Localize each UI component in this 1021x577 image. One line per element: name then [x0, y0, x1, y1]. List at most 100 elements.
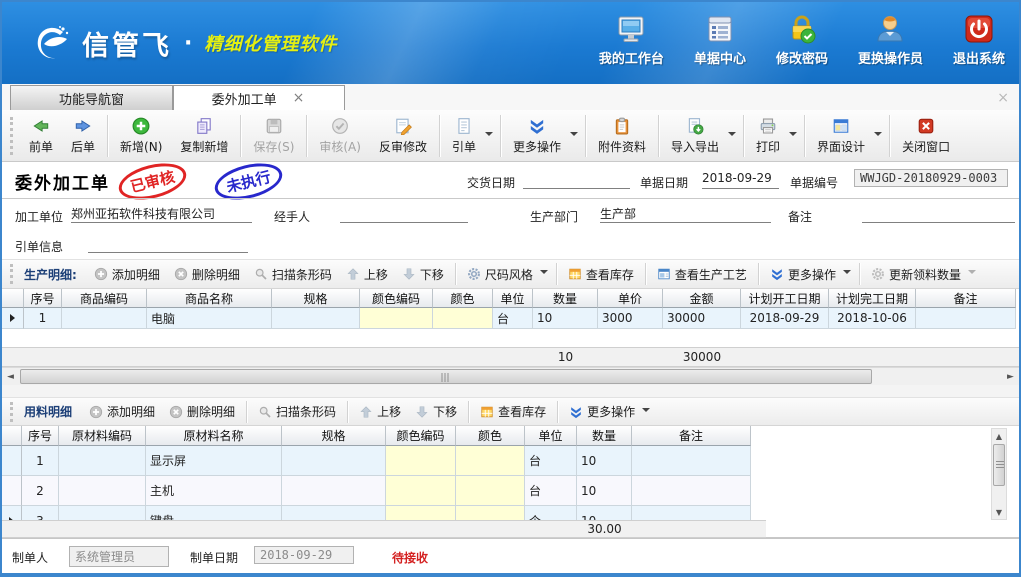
table-cell[interactable]: 3000: [598, 308, 663, 329]
add-row-button[interactable]: 添加明细: [87, 263, 167, 286]
table-cell[interactable]: 10: [577, 446, 632, 476]
update-qty-button[interactable]: 更新领料数量: [864, 263, 968, 286]
handler-field[interactable]: [340, 205, 468, 223]
more-actions-button[interactable]: 更多操作: [504, 114, 570, 158]
tab-function-nav[interactable]: 功能导航窗: [10, 85, 173, 110]
unaudit-edit-button[interactable]: 反审修改: [370, 114, 436, 158]
workbench-button[interactable]: 我的工作台: [599, 13, 664, 67]
table-cell[interactable]: 30000: [663, 308, 741, 329]
table-cell[interactable]: 10: [577, 506, 632, 520]
add-new-button[interactable]: 新增(N): [111, 114, 171, 158]
import-export-button[interactable]: 导入导出: [662, 114, 728, 158]
tab-outsourcing-order[interactable]: 委外加工单 ×: [173, 85, 345, 110]
scroll-left-icon[interactable]: ◄: [2, 368, 19, 385]
table-cell[interactable]: [59, 446, 146, 476]
table-cell[interactable]: [386, 476, 456, 506]
table-cell[interactable]: [282, 446, 386, 476]
table-row[interactable]: 3 键盘 个10: [2, 506, 1019, 520]
table-cell[interactable]: [916, 308, 1016, 329]
table-cell[interactable]: 个: [525, 506, 577, 520]
move-down-button[interactable]: 下移: [395, 263, 451, 286]
table-cell[interactable]: [360, 308, 433, 329]
switch-operator-button[interactable]: 更换操作员: [858, 13, 923, 67]
move-down-button[interactable]: 下移: [408, 400, 464, 423]
table-cell[interactable]: 10: [533, 308, 598, 329]
dropdown-caret-icon[interactable]: [728, 132, 736, 140]
table-cell[interactable]: [59, 506, 146, 520]
delete-row-button[interactable]: 删除明细: [167, 263, 247, 286]
attachment-button[interactable]: 附件资料: [589, 114, 655, 158]
table-cell[interactable]: [632, 506, 751, 520]
table-cell[interactable]: 10: [577, 476, 632, 506]
table-cell[interactable]: [282, 506, 386, 520]
horizontal-scrollbar[interactable]: ◄ ►: [2, 367, 1019, 385]
move-up-button[interactable]: 上移: [352, 400, 408, 423]
prev-doc-button[interactable]: 前单: [20, 114, 62, 158]
scan-barcode-button[interactable]: 扫描条形码: [251, 400, 343, 423]
table-cell[interactable]: 2018-09-29: [741, 308, 829, 329]
ui-design-button[interactable]: 界面设计: [808, 114, 874, 158]
table-cell[interactable]: [456, 476, 525, 506]
table-cell[interactable]: [632, 446, 751, 476]
table-row[interactable]: 2 主机 台10: [2, 476, 1019, 506]
table-cell[interactable]: 台: [525, 446, 577, 476]
table-cell[interactable]: [386, 506, 456, 520]
ref-doc-button[interactable]: 引单: [443, 114, 485, 158]
table-cell[interactable]: [632, 476, 751, 506]
view-craft-button[interactable]: 查看生产工艺: [650, 263, 754, 286]
table-cell[interactable]: [386, 446, 456, 476]
delete-row-button[interactable]: 删除明细: [162, 400, 242, 423]
ref-info-field[interactable]: [88, 235, 248, 253]
dropdown-caret-icon[interactable]: [642, 408, 650, 416]
toolbar-grip[interactable]: [10, 117, 14, 155]
dropdown-caret-icon[interactable]: [485, 132, 493, 140]
vertical-scrollbar[interactable]: ▲ ▼: [991, 428, 1007, 520]
dropdown-caret-icon[interactable]: [570, 132, 578, 140]
size-style-button[interactable]: 尺码风格: [460, 263, 540, 286]
dropdown-caret-icon[interactable]: [789, 132, 797, 140]
scroll-right-icon[interactable]: ►: [1002, 368, 1019, 385]
dropdown-caret-icon[interactable]: [540, 270, 548, 278]
dropdown-caret-icon[interactable]: [874, 132, 882, 140]
add-row-button[interactable]: 添加明细: [82, 400, 162, 423]
save-button[interactable]: 保存(S): [244, 114, 303, 158]
table-cell[interactable]: [456, 506, 525, 520]
table-row[interactable]: 1电脑台103000300002018-09-292018-10-06: [2, 308, 1019, 329]
doc-date-field[interactable]: 2018-09-29: [702, 171, 779, 189]
scroll-up-icon[interactable]: ▲: [992, 429, 1006, 443]
table-cell[interactable]: 1: [24, 308, 62, 329]
scrollbar-thumb[interactable]: [993, 444, 1005, 486]
table-cell[interactable]: [456, 446, 525, 476]
tabbar-close-icon[interactable]: ×: [997, 90, 1009, 106]
table-cell[interactable]: 台: [493, 308, 533, 329]
scrollbar-thumb[interactable]: [20, 369, 872, 384]
doc-center-button[interactable]: 单据中心: [694, 13, 746, 67]
scan-barcode-button[interactable]: 扫描条形码: [247, 263, 339, 286]
print-button[interactable]: 打印: [747, 114, 789, 158]
table-cell[interactable]: 2: [22, 476, 59, 506]
table-cell[interactable]: 键盘: [146, 506, 282, 520]
table-cell[interactable]: 1: [22, 446, 59, 476]
table-cell[interactable]: 主机: [146, 476, 282, 506]
more-actions-button[interactable]: 更多操作: [562, 400, 642, 423]
remark-field[interactable]: [862, 205, 1015, 223]
view-stock-button[interactable]: 查看库存: [473, 400, 553, 423]
change-password-button[interactable]: 修改密码: [776, 13, 828, 67]
table-cell[interactable]: [62, 308, 147, 329]
processor-field[interactable]: 郑州亚拓软件科技有限公司: [71, 205, 252, 223]
view-stock-button[interactable]: 查看库存: [561, 263, 641, 286]
dropdown-caret-icon[interactable]: [968, 270, 976, 278]
table-cell[interactable]: 3: [22, 506, 59, 520]
table-row[interactable]: 1 显示屏 台10: [2, 446, 1019, 476]
table-cell[interactable]: [433, 308, 493, 329]
toolbar-grip[interactable]: [10, 264, 14, 284]
dropdown-caret-icon[interactable]: [843, 270, 851, 278]
table-cell[interactable]: [282, 476, 386, 506]
close-window-button[interactable]: 关闭窗口: [893, 114, 959, 158]
toolbar-grip[interactable]: [10, 402, 14, 422]
more-actions-button[interactable]: 更多操作: [763, 263, 843, 286]
table-cell[interactable]: 显示屏: [146, 446, 282, 476]
next-doc-button[interactable]: 后单: [62, 114, 104, 158]
table-cell[interactable]: [272, 308, 360, 329]
table-cell[interactable]: 台: [525, 476, 577, 506]
